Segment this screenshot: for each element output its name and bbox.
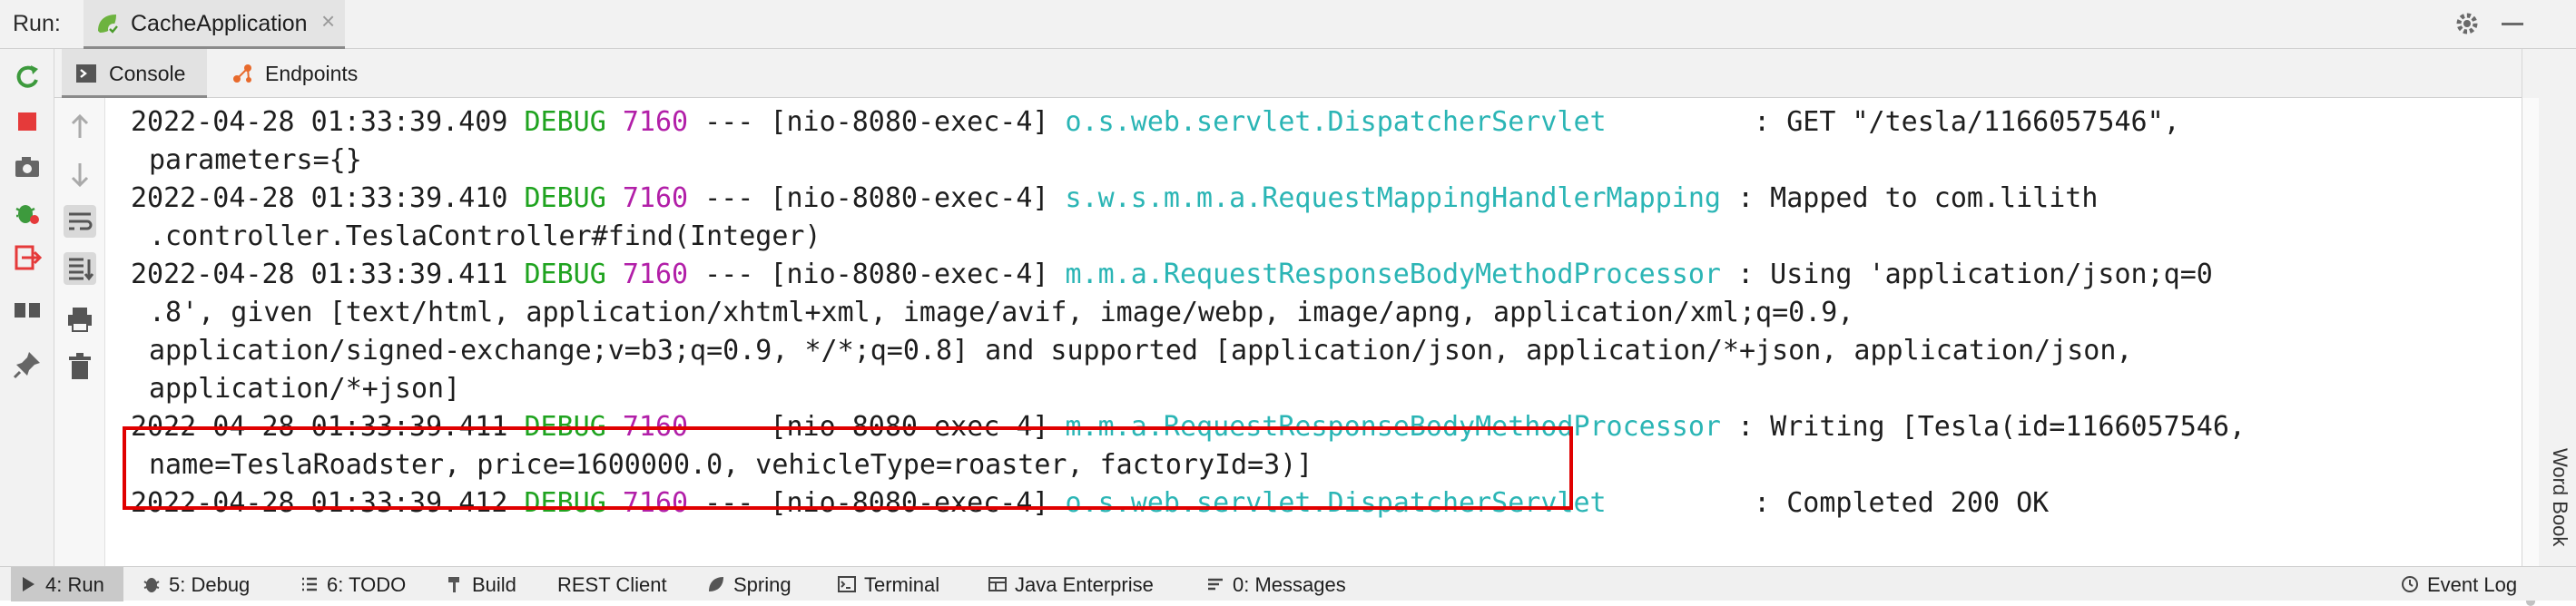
log-line-continuation: application/*+json] — [149, 373, 461, 405]
list-icon — [302, 577, 317, 591]
log-line: 2022-04-28 01:33:39.411 DEBUG 7160 --- [… — [131, 256, 2213, 294]
word-book-label: Word Book — [2549, 448, 2571, 547]
gear-icon[interactable] — [2453, 9, 2482, 38]
log-logger-link[interactable]: s.w.s.m.m.a.RequestMappingHandlerMapping — [1066, 182, 1721, 214]
run-toolbar: Run: CacheApplication × — [0, 0, 2576, 49]
right-tool-strip: Word Book — [2522, 49, 2576, 606]
trash-icon[interactable] — [64, 350, 96, 383]
tool-java-enterprise-label: Java Enterprise — [1015, 573, 1154, 596]
spring-boot-icon — [98, 15, 119, 34]
log-thread: [nio-8080-exec-4] — [770, 259, 1049, 290]
layout-icon[interactable] — [11, 294, 44, 327]
console-scrollbar[interactable] — [2522, 98, 2539, 606]
tab-endpoints[interactable]: Endpoints — [218, 49, 427, 98]
tool-rest-client[interactable]: REST Client — [545, 567, 690, 601]
log-thread: [nio-8080-exec-4] — [770, 182, 1049, 214]
log-message: : Completed 200 OK — [1754, 487, 2050, 519]
log-message: : Using 'application/json;q=0 — [1737, 259, 2213, 290]
tool-terminal[interactable]: Terminal — [830, 567, 966, 601]
log-level: DEBUG — [524, 106, 606, 138]
log-logger-link[interactable]: m.m.a.RequestResponseBodyMethodProcessor — [1066, 259, 1721, 290]
log-timestamp: 2022-04-28 01:33:39.409 — [131, 106, 508, 138]
console-tab-strip: Console Endpoints — [54, 49, 2522, 98]
minimize-icon[interactable] — [2502, 23, 2523, 25]
log-line: 2022-04-28 01:33:39.409 DEBUG 7160 --- [… — [131, 103, 2180, 142]
log-separator: --- — [704, 182, 754, 214]
log-level: DEBUG — [524, 259, 606, 290]
tool-event-log[interactable]: Event Log — [2393, 567, 2529, 601]
arrow-down-icon[interactable] — [64, 158, 96, 191]
tool-window-bar: 4: Run 5: Debug 6: TODO Build REST Clien… — [0, 566, 2576, 601]
tool-debug[interactable]: 5: Debug — [134, 567, 270, 601]
log-line-continuation: .8', given [text/html, application/xhtml… — [149, 297, 1854, 328]
log-level: DEBUG — [524, 182, 606, 214]
tool-java-enterprise[interactable]: Java Enterprise — [980, 567, 1180, 601]
messages-icon — [1208, 578, 1223, 591]
exit-icon[interactable] — [11, 241, 44, 274]
tool-spring[interactable]: Spring — [699, 567, 826, 601]
tool-event-log-label: Event Log — [2427, 573, 2518, 596]
log-pid: 7160 — [622, 259, 689, 290]
tab-endpoints-label: Endpoints — [265, 62, 359, 85]
log-timestamp: 2022-04-28 01:33:39.410 — [131, 182, 508, 214]
tool-run[interactable]: 4: Run — [11, 567, 123, 601]
leaf-icon — [709, 577, 723, 591]
tool-todo[interactable]: 6: TODO — [292, 567, 419, 601]
pin-icon[interactable] — [11, 348, 44, 381]
tab-console[interactable]: Console — [62, 49, 207, 98]
rerun-icon[interactable] — [11, 60, 44, 93]
arrow-up-icon[interactable] — [64, 111, 96, 143]
log-pid: 7160 — [622, 106, 689, 138]
log-line-continuation: parameters={} — [149, 144, 362, 176]
event-log-icon — [2402, 576, 2418, 592]
run-tab-title: CacheApplication — [131, 11, 308, 36]
play-icon — [23, 577, 34, 591]
endpoints-icon — [233, 64, 251, 83]
tool-debug-label: 5: Debug — [169, 573, 251, 596]
run-actions-toolbar — [0, 49, 54, 566]
console-icon — [76, 64, 96, 83]
log-line-continuation: .controller.TeslaController#find(Integer… — [149, 220, 821, 252]
tool-run-label: 4: Run — [45, 573, 104, 596]
stop-icon[interactable] — [11, 105, 44, 138]
close-tab-icon[interactable]: × — [321, 7, 335, 35]
tab-console-label: Console — [109, 62, 186, 85]
hammer-icon — [448, 577, 459, 592]
tool-rest-client-label: REST Client — [557, 573, 667, 596]
scroll-to-end-icon[interactable] — [64, 252, 96, 285]
tool-todo-label: 6: TODO — [327, 573, 407, 596]
print-icon[interactable] — [64, 303, 96, 336]
enterprise-icon — [988, 577, 1007, 591]
run-tab-cache-application[interactable]: CacheApplication × — [84, 0, 345, 49]
tool-messages[interactable]: 0: Messages — [1198, 567, 1380, 601]
log-logger-link[interactable]: o.s.web.servlet.DispatcherServlet — [1066, 106, 1738, 138]
soft-wrap-icon[interactable] — [64, 205, 96, 238]
bug-icon — [143, 578, 160, 592]
camera-icon[interactable] — [11, 151, 44, 183]
terminal-icon — [838, 576, 856, 592]
debug-bug-icon[interactable] — [11, 196, 44, 229]
tool-build-label: Build — [472, 573, 516, 596]
log-separator: --- — [704, 106, 754, 138]
tool-messages-label: 0: Messages — [1233, 573, 1346, 596]
run-label: Run: — [13, 11, 61, 36]
log-line: 2022-04-28 01:33:39.410 DEBUG 7160 --- [… — [131, 180, 2098, 218]
tool-build[interactable]: Build — [438, 567, 546, 601]
highlight-annotation-box — [123, 426, 1573, 510]
log-pid: 7160 — [622, 182, 689, 214]
log-message: : Mapped to com.lilith — [1737, 182, 2099, 214]
log-message: : Writing [Tesla(id=1166057546, — [1737, 411, 2246, 443]
log-thread: [nio-8080-exec-4] — [770, 106, 1049, 138]
log-message: : GET "/tesla/1166057546", — [1754, 106, 2180, 138]
log-line-continuation: application/signed-exchange;v=b3;q=0.9, … — [149, 335, 2133, 367]
tool-terminal-label: Terminal — [864, 573, 940, 596]
console-actions-toolbar — [54, 98, 105, 566]
log-separator: --- — [704, 259, 754, 290]
tool-spring-label: Spring — [733, 573, 791, 596]
log-timestamp: 2022-04-28 01:33:39.411 — [131, 259, 508, 290]
